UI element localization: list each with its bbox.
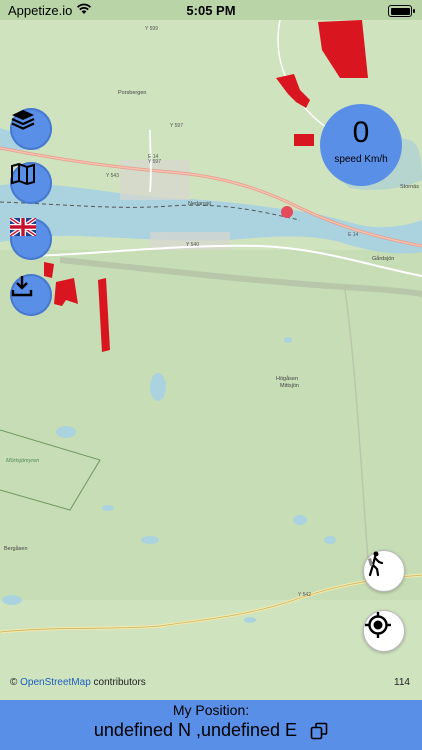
place-label: Högåsen [276,375,298,382]
language-button[interactable] [10,218,52,260]
place-label: Bergåsen [4,545,28,552]
crosshair-icon [365,612,391,638]
layers-icon [11,110,35,130]
road-label: Y 599 [145,26,158,32]
place-label: Porsbergen [118,90,146,96]
place-label: Nedansjö [188,201,211,207]
position-value: undefined N ,undefined E [93,720,298,740]
speed-unit: speed Km/h [334,154,388,165]
place-label: Mittsjön [280,383,299,389]
copy-icon[interactable] [310,722,328,740]
position-row: undefined N ,undefined E [0,720,422,741]
copyright-symbol: © [10,677,18,688]
clock: 5:05 PM [186,3,236,18]
road-label: Y 543 [106,173,119,179]
attribution-suffix: contributors [93,677,146,688]
road-label: Y 597 [148,159,161,165]
status-bar: Appetize.io 5:05 PM [0,0,422,20]
map-icon [11,162,35,186]
position-label: My Position: [172,702,250,718]
download-button[interactable] [10,274,52,316]
road-label: E 14 [348,232,359,238]
download-icon [11,276,33,297]
locate-button[interactable] [363,610,405,652]
battery-icon [388,5,415,17]
layers-button[interactable] [10,108,52,150]
road-label: Y 542 [298,592,311,598]
map-attribution: © OpenStreetMap contributors [10,677,146,688]
road-label: Y 597 [170,123,183,129]
place-label: Gårdsjön [372,255,394,262]
speed-value: 0 [352,116,370,149]
map-view[interactable]: Y 599 Y 597 Y 543 E 14 Y 597 Y 540 E 14 … [0,20,422,700]
road-label: Y 540 [186,242,199,248]
speed-indicator: 0 speed Km/h [320,104,402,186]
walker-icon [368,551,384,577]
osm-link[interactable]: OpenStreetMap [20,677,91,688]
place-label: Stornäs [400,184,419,190]
place-label: Mörtsjömyren [6,458,39,464]
walk-mode-button[interactable] [363,550,405,592]
zoom-level: 114 [394,677,410,688]
map-style-button[interactable] [10,162,52,204]
uk-flag-icon [10,218,36,236]
position-panel: My Position: undefined N ,undefined E [0,700,422,750]
